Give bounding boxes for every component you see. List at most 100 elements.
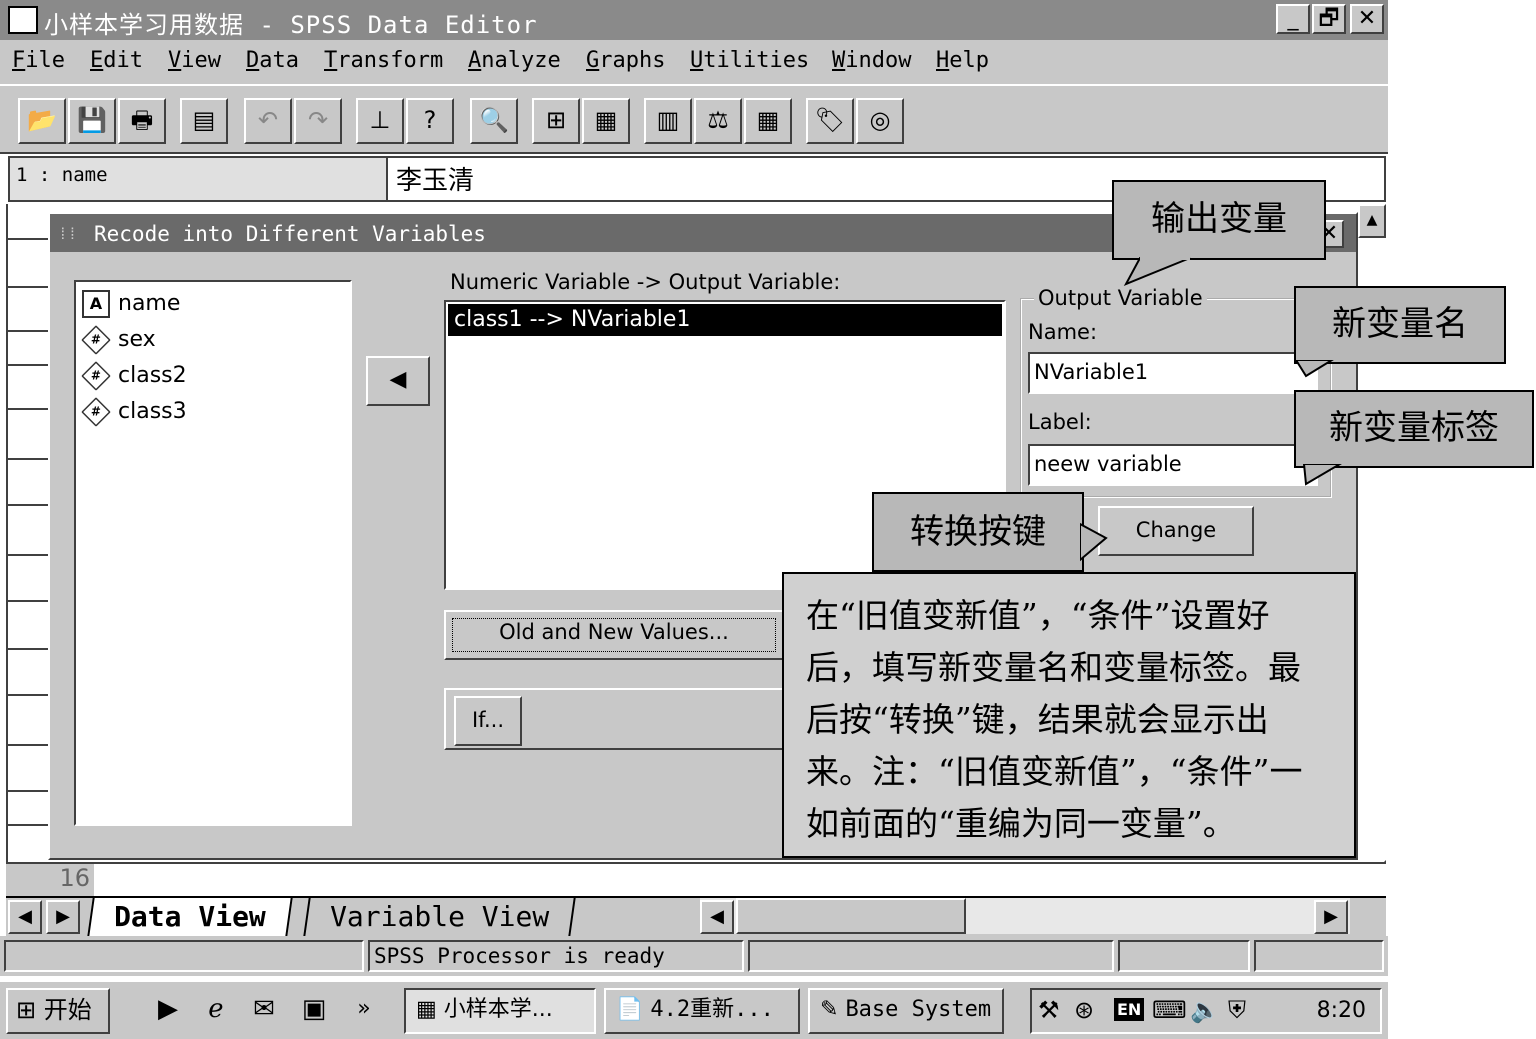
system-tray: ⚒ ⊛ EN ⌨ 🔈 ⛨ 8:20 [1030,988,1382,1034]
dialog-title: Recode into Different Variables [94,222,486,246]
scroll-right-button[interactable]: ▶ [1314,900,1348,934]
print-icon[interactable]: 🖶 [118,98,166,144]
callout-convert-button: 转换按键 [872,492,1084,572]
tray-tool-icon[interactable]: ⚒ [1038,996,1060,1024]
maximize-button[interactable]: 🗗 [1312,4,1346,34]
undo-icon[interactable]: ↶ [244,98,292,144]
toolbar: 📂 💾 🖶 ▤ ↶ ↷ ⊥ ? 🔍 ⊞ ▦ ▥ ⚖ ▦ 🏷 ◎ [0,84,1388,154]
weight-cases-icon[interactable]: ⚖ [694,98,742,144]
insert-case-icon[interactable]: ⊞ [532,98,580,144]
media-player-icon[interactable]: ▶ [150,992,186,1028]
tab-variable-view[interactable]: Variable View [303,898,576,936]
cell-reference: 1 : name [10,158,388,200]
source-variable-list[interactable]: Aname # sex # class2 # class3 [74,280,352,826]
list-item[interactable]: # class3 [81,397,187,430]
processor-status: SPSS Processor is ready [368,940,744,972]
status-bar: SPSS Processor is ready [0,936,1388,976]
task-word-doc[interactable]: 📄 4.2重新... [604,988,800,1034]
status-pane-3 [1118,940,1250,972]
use-sets-icon[interactable]: ◎ [856,98,904,144]
numeric-variable-icon: # [81,325,111,355]
dialog-system-icon[interactable]: ⁞⁞ [58,224,86,244]
label-label: Label: [1028,410,1092,434]
name-input[interactable]: NVariable1 [1028,352,1318,394]
minimize-button[interactable]: _ [1276,4,1310,34]
insert-variable-icon[interactable]: ▦ [582,98,630,144]
taskbar: ⊞ 开始 ▶ ℯ ✉ ▣ » ▦ 小样本学... 📄 4.2重新... ✎ Ba… [0,980,1388,1039]
tray-network-icon[interactable]: ⊛ [1074,996,1094,1024]
row-number: 16 [6,864,94,896]
volume-icon[interactable]: 🔈 [1190,996,1220,1024]
outlook-icon[interactable]: ✉ [246,992,282,1028]
list-item[interactable]: # sex [81,325,156,358]
close-button[interactable]: ✕ [1350,4,1384,34]
callout-output-variable-tail [1123,256,1191,286]
grid-last-row: 16 [6,862,1386,896]
mapping-selected-item[interactable]: class1 --> NVariable1 [448,304,1002,336]
tab-prev-button[interactable]: ◀ [8,900,42,934]
quick-launch-more-icon[interactable]: » [346,992,382,1028]
string-variable-icon: A [82,290,110,318]
move-variable-button[interactable]: ◀ [366,356,430,406]
open-icon[interactable]: 📂 [18,98,66,144]
find-icon[interactable]: 🔍 [470,98,518,144]
tab-data-view[interactable]: Data View [87,898,293,936]
menu-view[interactable]: View [168,48,221,73]
sheet-tab-bar: ◀ ▶ Data View Variable View ◀ ▶ [6,896,1386,936]
menu-edit[interactable]: Edit [90,48,143,73]
cell-value-input[interactable]: 李玉清 [396,160,474,197]
status-pane-2 [748,940,1114,972]
callout-new-variable-name-tail [1294,360,1334,378]
menubar: File Edit View Data Transform Analyze Gr… [0,40,1388,84]
menu-window[interactable]: Window [832,48,911,73]
label-input[interactable]: neew variable [1028,444,1318,486]
name-label: Name: [1028,320,1098,344]
status-pane-4 [1254,940,1384,972]
list-item[interactable]: # class2 [81,361,187,394]
tray-scanner-icon[interactable]: ⌨ [1152,996,1187,1024]
numeric-variable-icon: # [81,361,111,391]
old-new-values-button[interactable]: Old and New Values... [444,610,784,660]
menu-transform[interactable]: Transform [324,48,443,73]
language-indicator[interactable]: EN [1114,998,1145,1021]
dialog-recall-icon[interactable]: ▤ [180,98,228,144]
menu-data[interactable]: Data [246,48,299,73]
goto-case-icon[interactable]: ? [406,98,454,144]
menu-analyze[interactable]: Analyze [468,48,561,73]
mapping-list-label: Numeric Variable -> Output Variable: [450,270,841,294]
save-icon[interactable]: 💾 [68,98,116,144]
clock: 8:20 [1316,998,1366,1023]
output-variable-legend: Output Variable [1034,286,1207,310]
callout-convert-button-tail [1080,522,1108,562]
select-cases-icon[interactable]: ▦ [744,98,792,144]
list-item[interactable]: Aname [82,290,180,322]
app-title: 小样本学习用数据 - SPSS Data Editor [44,11,538,39]
scroll-left-button[interactable]: ◀ [700,900,734,934]
redo-icon[interactable]: ↷ [294,98,342,144]
menu-utilities[interactable]: Utilities [690,48,809,73]
instruction-note: 在“旧值变新值”，“条件”设置好后，填写新变量名和变量标签。最后按“转换”键，结… [782,572,1356,858]
goto-chart-icon[interactable]: ⊥ [356,98,404,144]
spss-app-icon[interactable] [8,6,38,34]
scroll-thumb[interactable] [736,898,966,934]
grid-scroll-up-button[interactable]: ▲ [1358,204,1386,238]
menu-file[interactable]: File [12,48,65,73]
show-desktop-icon[interactable]: ▣ [296,992,332,1028]
status-pane-left [4,940,364,972]
menu-graphs[interactable]: Graphs [586,48,665,73]
value-labels-icon[interactable]: 🏷 [806,98,854,144]
if-button[interactable]: If... [454,696,522,746]
horizontal-scrollbar[interactable]: ◀ ▶ [700,898,1350,934]
start-button[interactable]: ⊞ 开始 [6,988,110,1034]
change-button[interactable]: Change [1098,506,1254,556]
if-button-group: If... [444,688,804,750]
task-base-system[interactable]: ✎ Base System [808,988,1004,1034]
callout-new-variable-name: 新变量名 [1294,286,1506,364]
menu-help[interactable]: Help [936,48,989,73]
tab-next-button[interactable]: ▶ [46,900,80,934]
split-file-icon[interactable]: ▥ [644,98,692,144]
internet-explorer-icon[interactable]: ℯ [198,992,234,1028]
callout-new-variable-label-tail [1302,464,1342,486]
task-spss-data[interactable]: ▦ 小样本学... [404,988,596,1034]
tray-shield-icon[interactable]: ⛨ [1228,996,1246,1024]
